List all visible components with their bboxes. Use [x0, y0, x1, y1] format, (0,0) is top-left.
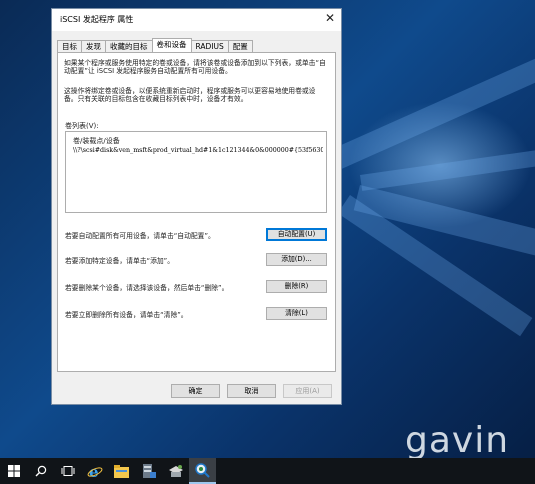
intro-paragraph-1: 如果某个程序或服务使用特定的卷或设备，请将该卷或设备添加到以下列表，或单击“自动… [64, 59, 326, 75]
autoconfigure-button[interactable]: 自动配置(U) [266, 228, 327, 241]
task-view-icon[interactable] [54, 458, 81, 484]
internet-explorer-icon[interactable]: e [81, 458, 108, 484]
windows-icon[interactable] [0, 458, 27, 484]
clear-description: 若要立即删除所有设备，请单击“清除”。 [65, 311, 188, 319]
volume-list-header: 卷/装载点/设备 [73, 137, 120, 145]
add-button[interactable]: 添加(D)... [266, 253, 327, 266]
clear-button[interactable]: 清除(L) [266, 307, 327, 320]
tab-strip: 目标 发现 收藏的目标 卷和设备 RADIUS 配置 [57, 38, 253, 52]
close-icon[interactable]: ✕ [325, 11, 335, 25]
remove-description: 若要删除某个设备，请选择该设备，然后单击“删除”。 [65, 284, 229, 292]
search-icon[interactable] [27, 458, 54, 484]
taskbar: e [0, 458, 535, 484]
iscsi-initiator-icon[interactable] [189, 458, 216, 484]
list-item[interactable]: \\?\scsi#disk&ven_msft&prod_virtual_hd#1… [73, 147, 323, 154]
dialog-title: iSCSI 发起程序 属性 [60, 15, 134, 24]
ok-button[interactable]: 确定 [171, 384, 220, 398]
tab-volumes-and-devices[interactable]: 卷和设备 [151, 38, 192, 52]
watermark-text: gavin [405, 420, 510, 458]
intro-paragraph-2: 这操作将绑定卷或设备，以便系统重新启动时，程序或服务可以更容易地使用卷或设备。只… [64, 87, 316, 103]
tools-icon[interactable] [162, 458, 189, 484]
add-description: 若要添加特定设备，请单击“添加”。 [65, 257, 174, 265]
wallpaper-light-beam [330, 44, 535, 171]
file-explorer-icon[interactable] [108, 458, 135, 484]
wallpaper-light-beam [360, 142, 535, 191]
tab-targets[interactable]: 目标 [57, 40, 82, 52]
cancel-button[interactable]: 取消 [227, 384, 276, 398]
tab-favorite-targets[interactable]: 收藏的目标 [105, 40, 153, 52]
title-bar[interactable]: iSCSI 发起程序 属性 ✕ [52, 9, 341, 31]
tab-configuration[interactable]: 配置 [227, 40, 253, 52]
apply-button[interactable]: 应用(A) [283, 384, 332, 398]
server-manager-icon[interactable] [135, 458, 162, 484]
volume-list-label: 卷列表(V): [65, 122, 99, 130]
tab-radius[interactable]: RADIUS [190, 40, 229, 52]
iscsi-properties-dialog: iSCSI 发起程序 属性 ✕ 目标 发现 收藏的目标 卷和设备 RADIUS … [51, 8, 342, 405]
volume-list[interactable]: 卷/装载点/设备 \\?\scsi#disk&ven_msft&prod_vir… [65, 131, 327, 213]
volumes-devices-panel: 如果某个程序或服务使用特定的卷或设备，请将该卷或设备添加到以下列表，或单击“自动… [57, 52, 336, 372]
tab-discovery[interactable]: 发现 [81, 40, 106, 52]
autoconfig-description: 若要自动配置所有可用设备，请单击“自动配置”。 [65, 232, 215, 240]
remove-button[interactable]: 删除(R) [266, 280, 327, 293]
